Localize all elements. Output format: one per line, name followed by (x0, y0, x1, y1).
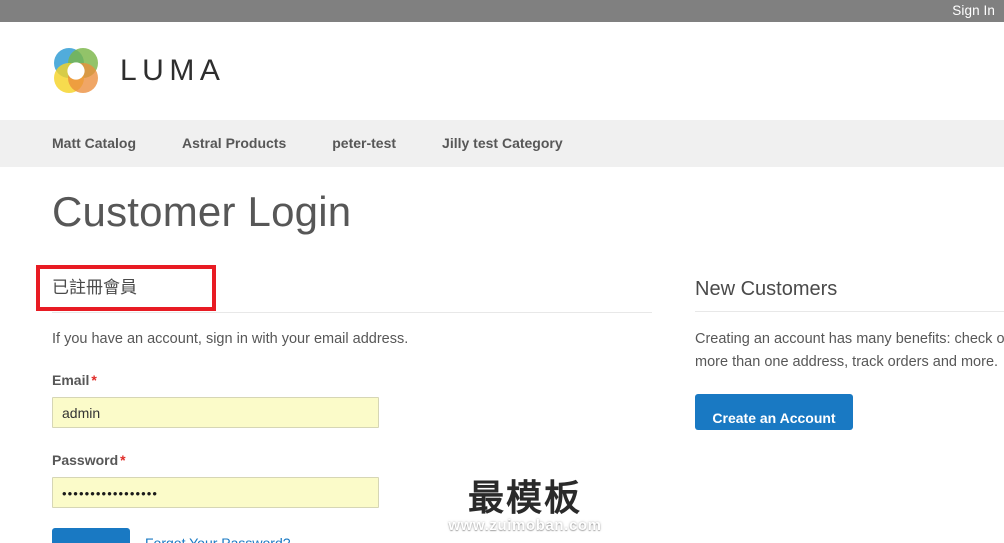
email-input[interactable] (52, 397, 379, 428)
email-field-label: Email * (52, 371, 97, 389)
watermark: 最模板 www.zuimoban.com (440, 478, 610, 535)
new-customers-description: Creating an account has many benefits: c… (695, 331, 1004, 370)
main-navigation-bar: Matt Catalog Astral Products peter-test … (0, 120, 1004, 167)
nav-item-matt-catalog[interactable]: Matt Catalog (52, 120, 136, 167)
site-header: LUMA (0, 22, 1004, 120)
login-instruction-text: If you have an account, sign in with you… (52, 331, 409, 347)
watermark-text: 最模板 (467, 477, 582, 519)
brand-name: LUMA (120, 54, 226, 87)
nav-item-jilly-test-category[interactable]: Jilly test Category (442, 120, 563, 167)
left-column-divider (52, 312, 652, 313)
top-sign-in-link[interactable]: Sign In (952, 1, 995, 20)
main-navigation-list: Matt Catalog Astral Products peter-test … (52, 120, 563, 167)
nav-item-astral-products[interactable]: Astral Products (182, 120, 286, 167)
luma-rings-logo-icon (52, 47, 100, 95)
nav-item-label: Matt Catalog (52, 135, 136, 151)
email-required-mark: * (91, 372, 97, 388)
create-an-account-button[interactable]: Create an Account (695, 394, 853, 430)
right-column-divider (695, 311, 1004, 312)
nav-item-label: Astral Products (182, 135, 287, 151)
password-label-text: Password (52, 452, 119, 468)
sign-in-submit-button[interactable]: Sign In (52, 528, 130, 543)
watermark-url: www.zuimoban.com (448, 517, 602, 534)
site-logo[interactable]: LUMA (52, 47, 225, 95)
nav-item-label: peter-test (332, 135, 397, 151)
registered-customers-heading: 已註冊會員 (52, 278, 137, 298)
page-title: Customer Login (52, 188, 352, 235)
password-field-label: Password * (52, 451, 126, 469)
password-required-mark: * (120, 452, 126, 468)
top-utility-bar: Sign In (0, 0, 1004, 22)
new-customers-heading: New Customers (695, 278, 838, 300)
password-input[interactable]: ••••••••••••••••• (52, 477, 379, 508)
forgot-password-link[interactable]: Forgot Your Password? (145, 534, 291, 543)
email-label-text: Email (52, 372, 90, 388)
browser-viewport: Sign In LUMA Matt Catalog Astral Product… (0, 0, 1004, 543)
nav-item-label: Jilly test Category (442, 135, 563, 151)
nav-item-peter-test[interactable]: peter-test (332, 120, 396, 167)
